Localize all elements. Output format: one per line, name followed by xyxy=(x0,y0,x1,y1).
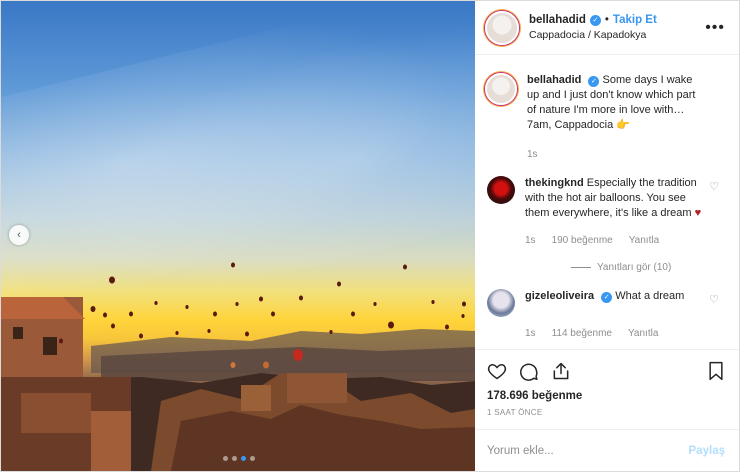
comment-username[interactable]: gizeleoliveira xyxy=(525,290,594,302)
comment-likes[interactable]: 114 beğenme xyxy=(552,326,612,341)
bookmark-icon[interactable] xyxy=(707,361,725,381)
post-comment-button[interactable]: Paylaş xyxy=(689,445,725,457)
comment-likes[interactable]: 190 beğenme xyxy=(552,233,613,248)
location-link[interactable]: Cappadocia / Kapadokya xyxy=(529,29,705,41)
view-replies-button[interactable]: Yanıtları gör (10) xyxy=(571,262,725,273)
caption-time[interactable]: 1s xyxy=(527,147,538,162)
comment-like-heart-icon[interactable]: ♡ xyxy=(709,293,719,306)
comment-text: What a dream xyxy=(615,290,685,302)
author-avatar[interactable] xyxy=(485,10,519,45)
replies-line xyxy=(571,267,591,268)
comment-time[interactable]: 1s xyxy=(525,326,536,341)
share-icon[interactable] xyxy=(551,361,571,381)
caption-username[interactable]: bellahadid xyxy=(527,74,581,86)
view-replies-label: Yanıtları gör (10) xyxy=(597,262,672,273)
carousel-dot-active xyxy=(241,456,246,461)
comment-item: gizeleoliveira ✓ What a dream 1s 114 beğ… xyxy=(485,289,725,341)
chevron-left-icon[interactable]: ‹ xyxy=(9,225,29,245)
caption-avatar[interactable] xyxy=(485,73,517,105)
comment-like-heart-icon[interactable]: ♡ xyxy=(709,180,719,193)
carousel-dot xyxy=(250,456,255,461)
author-username[interactable]: bellahadid xyxy=(529,14,586,26)
post-header: bellahadid ✓ • Takip Et Cappadocia / Kap… xyxy=(475,1,739,55)
post-side-panel: bellahadid ✓ • Takip Et Cappadocia / Kap… xyxy=(475,1,739,471)
verified-badge-icon: ✓ xyxy=(601,292,613,303)
comment-username[interactable]: thekingknd xyxy=(525,177,584,189)
reply-button[interactable]: Yanıtla xyxy=(628,326,658,341)
caption: bellahadid ✓ Some days I wake up and I j… xyxy=(485,73,725,162)
verified-badge-icon: ✓ xyxy=(589,14,601,26)
follow-button[interactable]: Takip Et xyxy=(613,14,657,26)
cappadocia-scene xyxy=(1,262,475,471)
heart-icon[interactable] xyxy=(487,361,507,381)
comment-input[interactable]: Yorum ekle... xyxy=(487,445,689,457)
more-options-icon[interactable]: ••• xyxy=(705,19,725,37)
add-comment-bar: Yorum ekle... Paylaş xyxy=(475,429,739,471)
post-time-ago[interactable]: 1 SAAT ÖNCE xyxy=(487,408,725,417)
comment-item: thekingknd Especially the tradition with… xyxy=(485,176,725,248)
comment-icon[interactable] xyxy=(519,361,539,381)
comment-emoji: ♥ xyxy=(694,207,702,219)
carousel-indicator xyxy=(223,456,255,461)
instagram-post: ‹ bellahadid ✓ • Takip Et Cappadocia / K… xyxy=(0,0,740,472)
reply-button[interactable]: Yanıtla xyxy=(629,233,659,248)
carousel-dot xyxy=(232,456,237,461)
commenter-avatar[interactable] xyxy=(487,176,515,204)
carousel-dot xyxy=(223,456,228,461)
commenter-avatar[interactable] xyxy=(487,289,515,317)
post-actions: 178.696 beğenme 1 SAAT ÖNCE xyxy=(475,349,739,429)
post-photo[interactable]: ‹ xyxy=(1,1,475,471)
separator: • xyxy=(604,14,609,26)
comments-list[interactable]: bellahadid ✓ Some days I wake up and I j… xyxy=(475,55,739,349)
likes-count[interactable]: 178.696 beğenme xyxy=(487,390,725,402)
comment-time[interactable]: 1s xyxy=(525,233,536,248)
verified-badge-icon: ✓ xyxy=(588,76,600,87)
